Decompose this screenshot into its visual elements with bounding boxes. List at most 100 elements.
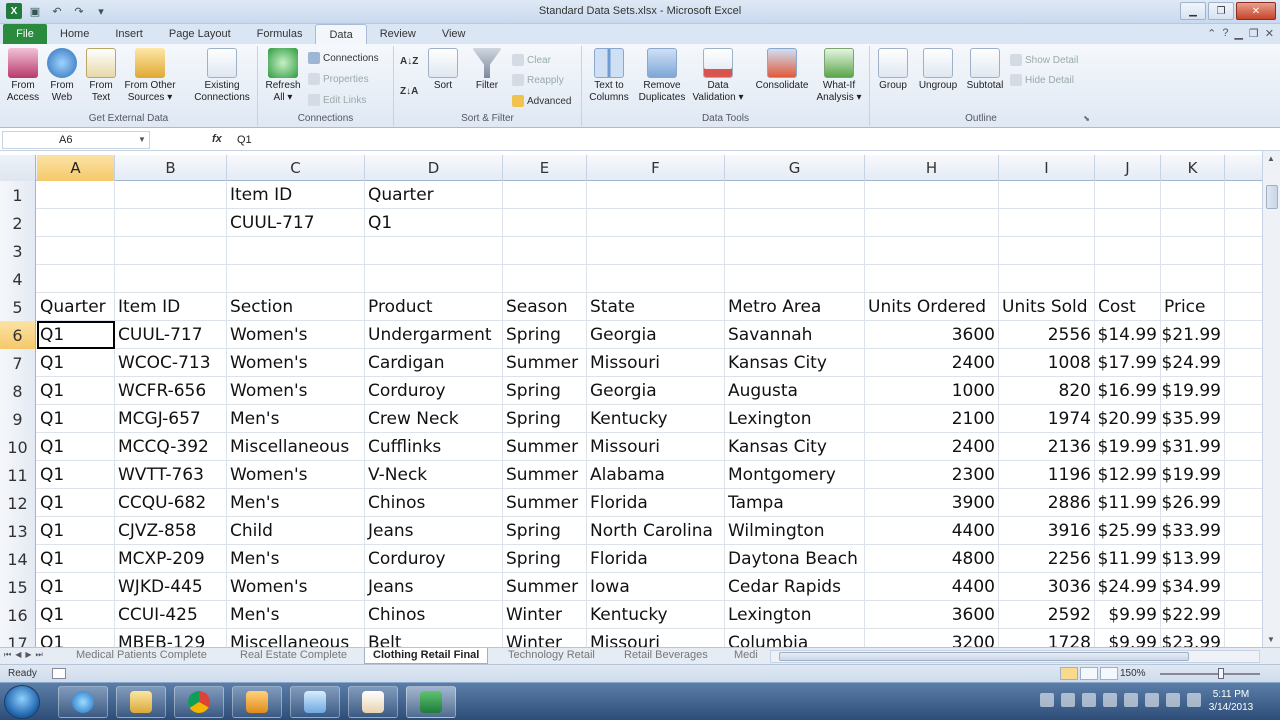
cell-c7[interactable]: Women's [227, 349, 365, 377]
column-header-i[interactable]: I [999, 155, 1095, 181]
cell-c11[interactable]: Women's [227, 461, 365, 489]
cell-h6[interactable]: 3600 [865, 321, 999, 349]
cell-b1[interactable] [115, 181, 227, 209]
cell-k6[interactable]: $21.99 [1161, 321, 1225, 349]
column-header-f[interactable]: F [587, 155, 725, 181]
cell-k10[interactable]: $31.99 [1161, 433, 1225, 461]
workbook-close-icon[interactable]: ✕ [1265, 27, 1274, 40]
cell-c1[interactable]: Item ID [227, 181, 365, 209]
select-all-corner[interactable] [0, 155, 36, 181]
column-header-g[interactable]: G [725, 155, 865, 181]
cell-k16[interactable]: $22.99 [1161, 601, 1225, 629]
cell-j10[interactable]: $19.99 [1095, 433, 1161, 461]
cell-a14[interactable]: Q1 [37, 545, 115, 573]
row-header[interactable]: 1 [0, 181, 36, 209]
cell-f10[interactable]: Missouri [587, 433, 725, 461]
cell-k14[interactable]: $13.99 [1161, 545, 1225, 573]
cell-g6[interactable]: Savannah [725, 321, 865, 349]
cell-d9[interactable]: Crew Neck [365, 405, 503, 433]
cell-a9[interactable]: Q1 [37, 405, 115, 433]
cell-k3[interactable] [1161, 237, 1225, 265]
cell-k2[interactable] [1161, 209, 1225, 237]
cell-a11[interactable]: Q1 [37, 461, 115, 489]
cell-j12[interactable]: $11.99 [1095, 489, 1161, 517]
properties-button[interactable]: Properties [308, 73, 369, 85]
scroll-down-icon[interactable]: ▼ [1267, 635, 1275, 644]
taskbar-excel[interactable] [406, 686, 456, 718]
horizontal-scroll-thumb[interactable] [779, 652, 1189, 661]
cell-d14[interactable]: Corduroy [365, 545, 503, 573]
cell-f5[interactable]: State [587, 293, 725, 321]
cell-c2[interactable]: CUUL-717 [227, 209, 365, 237]
workbook-minimize-icon[interactable]: ▁ [1234, 27, 1242, 40]
cell-b5[interactable]: Item ID [115, 293, 227, 321]
cell-b7[interactable]: WCOC-713 [115, 349, 227, 377]
cell-e11[interactable]: Summer [503, 461, 587, 489]
column-header-d[interactable]: D [365, 155, 503, 181]
cell-j9[interactable]: $20.99 [1095, 405, 1161, 433]
cell-i8[interactable]: 820 [999, 377, 1095, 405]
refresh-all-button[interactable]: Refresh All ▾ [262, 48, 304, 104]
help-icon[interactable]: ? [1222, 27, 1228, 40]
cell-h16[interactable]: 3600 [865, 601, 999, 629]
cell-g3[interactable] [725, 237, 865, 265]
cell-a13[interactable]: Q1 [37, 517, 115, 545]
cell-c8[interactable]: Women's [227, 377, 365, 405]
cell-e6[interactable]: Spring [503, 321, 587, 349]
row-header[interactable]: 4 [0, 265, 36, 293]
cell-a12[interactable]: Q1 [37, 489, 115, 517]
data-validation-button[interactable]: Data Validation ▾ [692, 48, 744, 104]
ungroup-button[interactable]: Ungroup [914, 48, 962, 92]
row-header[interactable]: 10 [0, 433, 36, 461]
cell-e1[interactable] [503, 181, 587, 209]
from-web-button[interactable]: From Web [41, 48, 83, 104]
sheet-tab[interactable]: Technology Retail [500, 648, 603, 664]
cell-g2[interactable] [725, 209, 865, 237]
taskbar-ie[interactable] [58, 686, 108, 718]
cell-b2[interactable] [115, 209, 227, 237]
cell-e2[interactable] [503, 209, 587, 237]
cell-d11[interactable]: V-Neck [365, 461, 503, 489]
cell-f12[interactable]: Florida [587, 489, 725, 517]
consolidate-button[interactable]: Consolidate [752, 48, 812, 92]
group-button[interactable]: Group [872, 48, 914, 92]
cell-k12[interactable]: $26.99 [1161, 489, 1225, 517]
tab-page-layout[interactable]: Page Layout [156, 24, 244, 44]
text-to-columns-button[interactable]: Text to Columns [586, 48, 632, 104]
cell-a16[interactable]: Q1 [37, 601, 115, 629]
row-header[interactable]: 12 [0, 489, 36, 517]
cell-a15[interactable]: Q1 [37, 573, 115, 601]
cell-c16[interactable]: Men's [227, 601, 365, 629]
cell-b14[interactable]: MCXP-209 [115, 545, 227, 573]
cell-b15[interactable]: WJKD-445 [115, 573, 227, 601]
cell-i5[interactable]: Units Sold [999, 293, 1095, 321]
column-header-e[interactable]: E [503, 155, 587, 181]
cell-j5[interactable]: Cost [1095, 293, 1161, 321]
cell-j15[interactable]: $24.99 [1095, 573, 1161, 601]
cell-f2[interactable] [587, 209, 725, 237]
zoom-slider-thumb[interactable] [1218, 668, 1224, 679]
tab-data[interactable]: Data [315, 24, 367, 44]
cell-a4[interactable] [37, 265, 115, 293]
row-header[interactable]: 7 [0, 349, 36, 377]
tray-app-icon[interactable] [1124, 693, 1138, 707]
cell-k13[interactable]: $33.99 [1161, 517, 1225, 545]
cell-b4[interactable] [115, 265, 227, 293]
macro-record-icon[interactable] [52, 668, 66, 679]
cell-j11[interactable]: $12.99 [1095, 461, 1161, 489]
cell-f14[interactable]: Florida [587, 545, 725, 573]
subtotal-button[interactable]: Subtotal [962, 48, 1008, 92]
cell-k8[interactable]: $19.99 [1161, 377, 1225, 405]
chevron-down-icon[interactable]: ▼ [138, 135, 146, 144]
cell-g5[interactable]: Metro Area [725, 293, 865, 321]
row-header[interactable]: 14 [0, 545, 36, 573]
first-sheet-icon[interactable]: ⏮ [4, 650, 11, 660]
minimize-button[interactable]: ▁ [1180, 2, 1206, 20]
cell-d12[interactable]: Chinos [365, 489, 503, 517]
cell-d13[interactable]: Jeans [365, 517, 503, 545]
row-header[interactable]: 16 [0, 601, 36, 629]
cell-f4[interactable] [587, 265, 725, 293]
cell-f17[interactable]: Missouri [587, 629, 725, 647]
cell-g1[interactable] [725, 181, 865, 209]
cell-h7[interactable]: 2400 [865, 349, 999, 377]
